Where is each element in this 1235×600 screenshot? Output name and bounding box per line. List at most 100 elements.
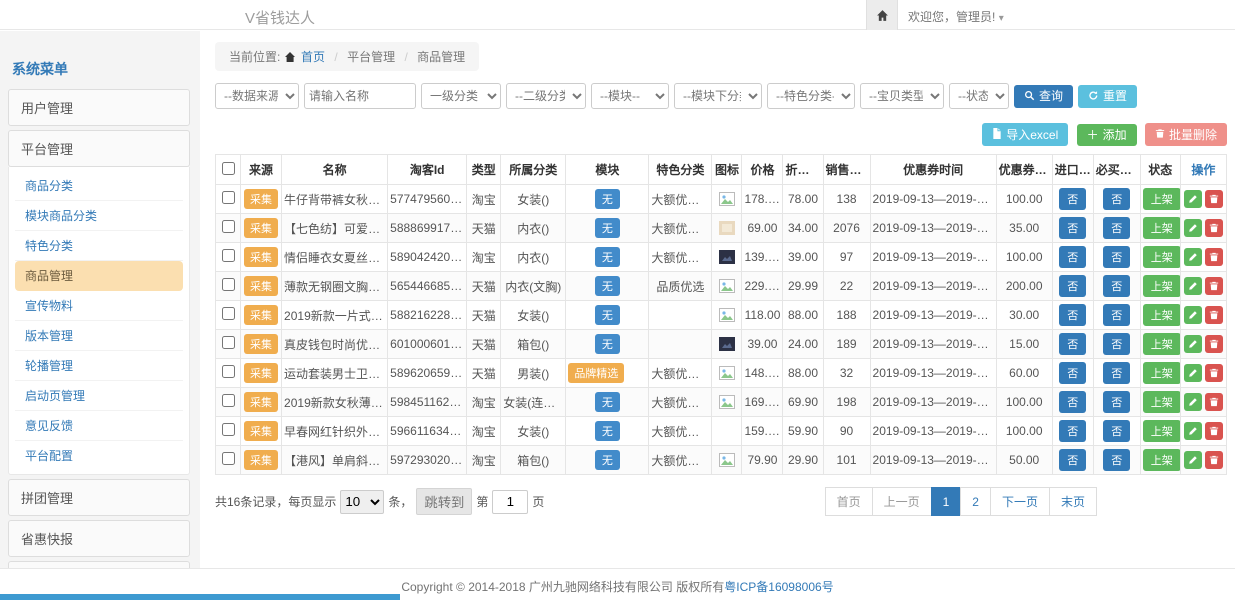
- must-buy-toggle-button[interactable]: 否: [1103, 275, 1130, 297]
- edit-button[interactable]: [1184, 248, 1202, 266]
- edit-button[interactable]: [1184, 451, 1202, 469]
- edit-button[interactable]: [1184, 422, 1202, 440]
- sidebar-group-消息管理[interactable]: 消息管理: [8, 561, 190, 568]
- sidebar-item-宣传物料[interactable]: 宣传物料: [15, 291, 183, 321]
- imported-toggle-button[interactable]: 否: [1059, 362, 1086, 384]
- edit-button[interactable]: [1184, 277, 1202, 295]
- imported-toggle-button[interactable]: 否: [1059, 246, 1086, 268]
- status-button[interactable]: 上架: [1143, 246, 1181, 268]
- add-button[interactable]: ＋ 添加: [1077, 124, 1137, 146]
- must-buy-toggle-button[interactable]: 否: [1103, 391, 1130, 413]
- imported-toggle-button[interactable]: 否: [1059, 449, 1086, 471]
- status-button[interactable]: 上架: [1143, 188, 1181, 210]
- sidebar-group-拼团管理[interactable]: 拼团管理: [8, 479, 190, 516]
- row-checkbox[interactable]: [222, 249, 235, 262]
- delete-button[interactable]: [1205, 451, 1223, 469]
- row-checkbox[interactable]: [222, 452, 235, 465]
- imported-toggle-button[interactable]: 否: [1059, 420, 1086, 442]
- must-buy-toggle-button[interactable]: 否: [1103, 217, 1130, 239]
- delete-button[interactable]: [1205, 306, 1223, 324]
- page-button-上一页[interactable]: 上一页: [872, 487, 932, 516]
- sidebar-item-模块商品分类[interactable]: 模块商品分类: [15, 201, 183, 231]
- sidebar-item-启动页管理[interactable]: 启动页管理: [15, 381, 183, 411]
- module-sub-select[interactable]: --模块下分类--: [674, 83, 762, 109]
- edit-button[interactable]: [1184, 335, 1202, 353]
- search-button[interactable]: 查询: [1014, 85, 1073, 108]
- delete-button[interactable]: [1205, 364, 1223, 382]
- status-button[interactable]: 上架: [1143, 391, 1181, 413]
- breadcrumb-home-link[interactable]: 首页: [301, 50, 325, 64]
- page-button-末页[interactable]: 末页: [1049, 487, 1097, 516]
- sidebar-item-商品分类[interactable]: 商品分类: [15, 171, 183, 201]
- imported-toggle-button[interactable]: 否: [1059, 188, 1086, 210]
- row-checkbox[interactable]: [222, 278, 235, 291]
- row-checkbox[interactable]: [222, 365, 235, 378]
- status-button[interactable]: 上架: [1143, 420, 1181, 442]
- batch-delete-button[interactable]: 批量删除: [1145, 123, 1227, 146]
- imported-toggle-button[interactable]: 否: [1059, 391, 1086, 413]
- sidebar-item-平台配置[interactable]: 平台配置: [15, 441, 183, 470]
- page-button-下一页[interactable]: 下一页: [990, 487, 1050, 516]
- module-select[interactable]: --模块--: [591, 83, 669, 109]
- row-checkbox[interactable]: [222, 191, 235, 204]
- must-buy-toggle-button[interactable]: 否: [1103, 188, 1130, 210]
- sidebar-item-意见反馈[interactable]: 意见反馈: [15, 411, 183, 441]
- reset-button[interactable]: 重置: [1078, 85, 1137, 108]
- item-type-select[interactable]: --宝贝类型--: [860, 83, 944, 109]
- cat1-select[interactable]: 一级分类: [421, 83, 501, 109]
- row-checkbox[interactable]: [222, 394, 235, 407]
- edit-button[interactable]: [1184, 190, 1202, 208]
- delete-button[interactable]: [1205, 422, 1223, 440]
- sidebar-group-用户管理[interactable]: 用户管理: [8, 89, 190, 126]
- imported-toggle-button[interactable]: 否: [1059, 333, 1086, 355]
- must-buy-toggle-button[interactable]: 否: [1103, 246, 1130, 268]
- user-menu[interactable]: 欢迎您，管理员! ▾: [908, 8, 1004, 25]
- delete-button[interactable]: [1205, 277, 1223, 295]
- row-checkbox[interactable]: [222, 220, 235, 233]
- row-checkbox[interactable]: [222, 336, 235, 349]
- edit-button[interactable]: [1184, 306, 1202, 324]
- status-button[interactable]: 上架: [1143, 362, 1181, 384]
- jump-page-input[interactable]: [492, 490, 528, 514]
- must-buy-toggle-button[interactable]: 否: [1103, 420, 1130, 442]
- status-button[interactable]: 上架: [1143, 217, 1181, 239]
- cat2-select[interactable]: --二级分类--: [506, 83, 586, 109]
- status-button[interactable]: 上架: [1143, 333, 1181, 355]
- edit-button[interactable]: [1184, 393, 1202, 411]
- home-button[interactable]: [866, 0, 898, 30]
- sidebar-item-特色分类[interactable]: 特色分类: [15, 231, 183, 261]
- delete-button[interactable]: [1205, 393, 1223, 411]
- must-buy-toggle-button[interactable]: 否: [1103, 449, 1130, 471]
- feature-select[interactable]: --特色分类--: [767, 83, 855, 109]
- edit-button[interactable]: [1184, 219, 1202, 237]
- delete-button[interactable]: [1205, 219, 1223, 237]
- imported-toggle-button[interactable]: 否: [1059, 275, 1086, 297]
- per-page-select[interactable]: 10: [340, 490, 384, 514]
- sidebar-group-省惠快报[interactable]: 省惠快报: [8, 520, 190, 557]
- sidebar-group-平台管理[interactable]: 平台管理: [8, 130, 190, 167]
- delete-button[interactable]: [1205, 335, 1223, 353]
- page-button-首页[interactable]: 首页: [825, 487, 873, 516]
- delete-button[interactable]: [1205, 190, 1223, 208]
- icp-link[interactable]: 粤ICP备16098006号: [724, 580, 833, 594]
- page-button-1[interactable]: 1: [931, 487, 962, 516]
- row-checkbox[interactable]: [222, 423, 235, 436]
- status-select[interactable]: --状态--: [949, 83, 1009, 109]
- sidebar-item-轮播管理[interactable]: 轮播管理: [15, 351, 183, 381]
- must-buy-toggle-button[interactable]: 否: [1103, 333, 1130, 355]
- jump-button[interactable]: 跳转到: [416, 488, 472, 515]
- status-button[interactable]: 上架: [1143, 275, 1181, 297]
- imported-toggle-button[interactable]: 否: [1059, 217, 1086, 239]
- edit-button[interactable]: [1184, 364, 1202, 382]
- status-button[interactable]: 上架: [1143, 449, 1181, 471]
- row-checkbox[interactable]: [222, 307, 235, 320]
- sidebar-item-版本管理[interactable]: 版本管理: [15, 321, 183, 351]
- status-button[interactable]: 上架: [1143, 304, 1181, 326]
- sidebar-item-商品管理[interactable]: 商品管理: [15, 261, 183, 291]
- import-excel-button[interactable]: 导入excel: [982, 123, 1068, 146]
- select-all-checkbox[interactable]: [222, 162, 235, 175]
- page-button-2[interactable]: 2: [960, 487, 991, 516]
- must-buy-toggle-button[interactable]: 否: [1103, 362, 1130, 384]
- imported-toggle-button[interactable]: 否: [1059, 304, 1086, 326]
- data-source-select[interactable]: --数据来源--: [215, 83, 299, 109]
